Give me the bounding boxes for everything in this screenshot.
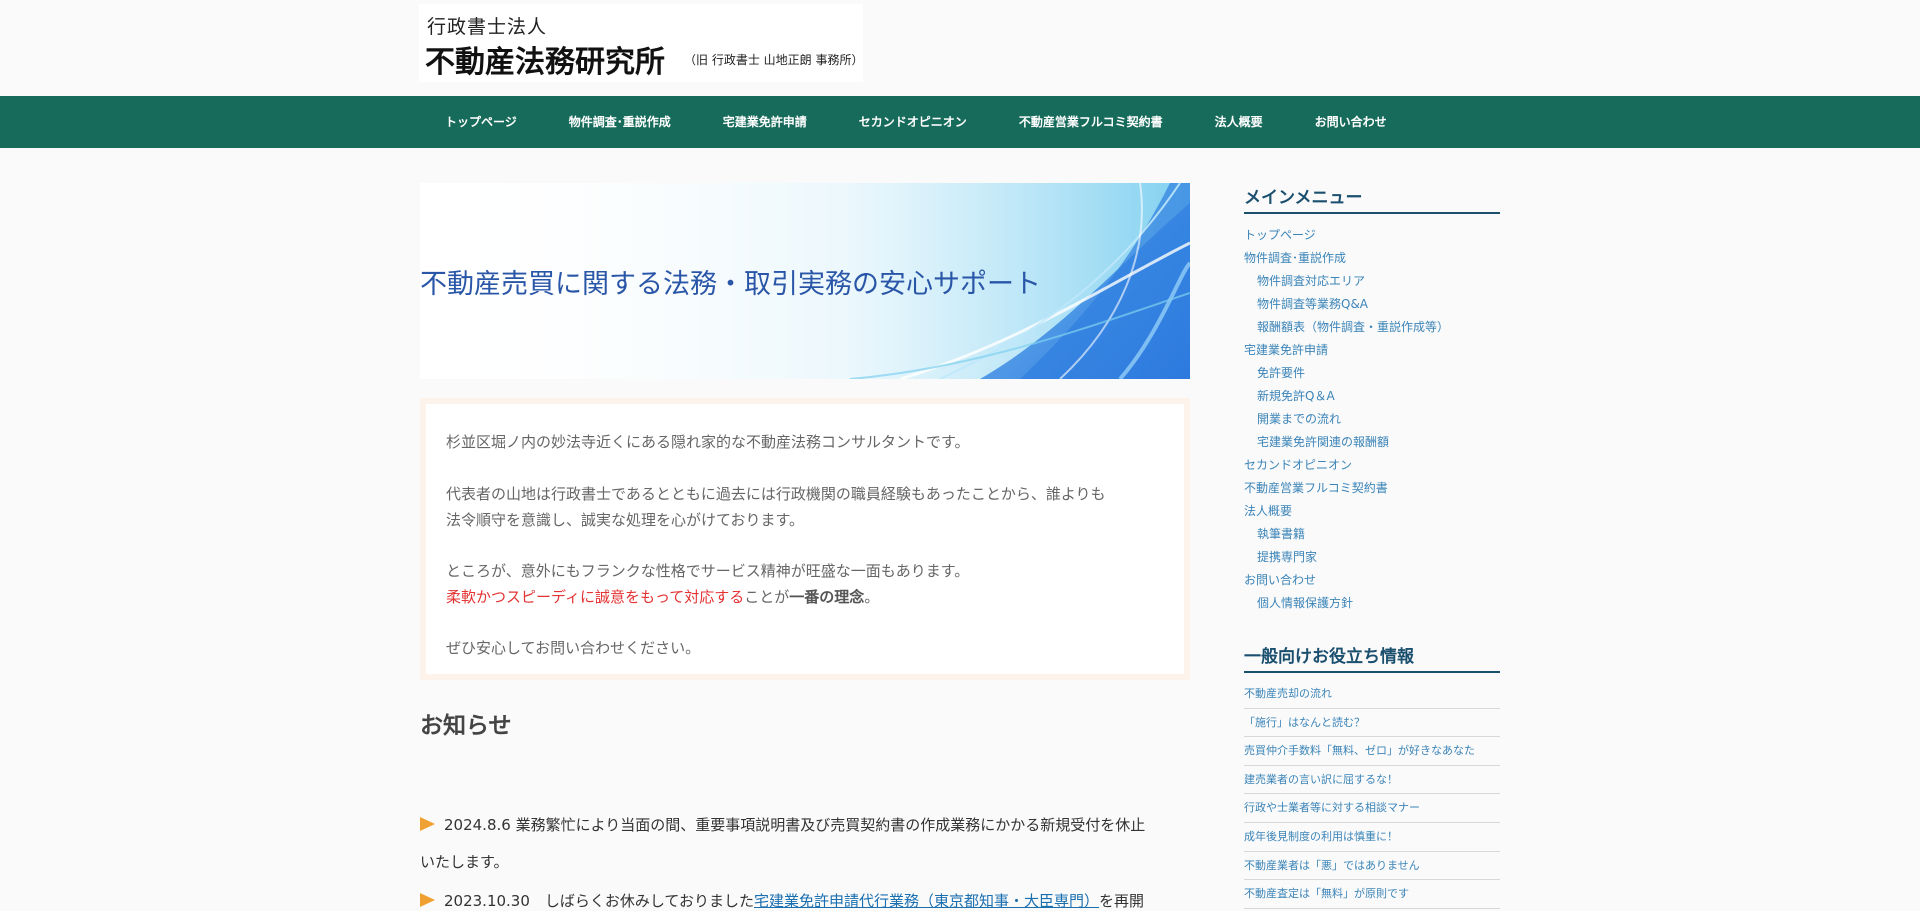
intro-text-3: ところが、意外にもフランクな性格でサービス精神が旺盛な一面もあります。 [446,562,970,580]
logo-line2: 不動産法務研究所 [425,45,665,80]
info-list-item[interactable]: 売買仲介手数料「無料、ゼロ」が好きなあなた [1244,737,1500,766]
sidebar-item[interactable]: 物件調査･重説作成 [1244,247,1449,270]
sidebar-info-list: 不動産売却の流れ 「施行」はなんと読む？ 売買仲介手数料「無料、ゼロ」が好きなあなた… [1244,680,1500,909]
news-item-1-text-cont: いたします。 [420,853,509,871]
sidebar-item[interactable]: 物件調査等業務Q&A [1244,293,1449,316]
hero-tagline: 不動産売買に関する法務・取引実務の安心サポート [420,269,1041,300]
news-item-2-text-post: を再開 [1099,892,1145,910]
sidebar-item[interactable]: 提携専門家 [1244,546,1449,569]
sidebar-item[interactable]: 報酬額表（物件調査・重説作成等） [1244,316,1449,339]
news-item-2-text: 2023.10.30 しばらくお休みしておりました [444,892,754,910]
sidebar-main-menu: トップページ 物件調査･重説作成 物件調査対応エリア 物件調査等業務Q&A 報酬額表（物… [1244,224,1449,615]
sidebar-item[interactable]: 不動産営業フルコミ契約書 [1244,477,1449,500]
intro-box: 杉並区堀ノ内の妙法寺近くにある隠れ家的な不動産法務コンサルタントです。 代表者の… [420,398,1190,680]
info-list-item[interactable]: 建売業者の言い訳に屈するな！ [1244,766,1500,795]
news-item-2: 2023.10.30 しばらくお休みしておりました宅建業免許申請代行業務（東京都… [420,883,1200,911]
nav-item-commission-contract[interactable]: 不動産営業フルコミ契約書 [993,96,1189,148]
nav-item-company[interactable]: 法人概要 [1189,96,1289,148]
sidebar-item[interactable]: 個人情報保護方針 [1244,592,1449,615]
arrow-right-icon [420,817,435,831]
sidebar-item[interactable]: 物件調査対応エリア [1244,270,1449,293]
nav-item-property-survey[interactable]: 物件調査･重説作成 [543,96,697,148]
nav-item-contact[interactable]: お問い合わせ [1289,96,1413,148]
logo-line3: （旧 行政書士 山地正朗 事務所） [684,53,864,67]
news-item-1-text: 2024.8.6 業務繁忙により当面の間、重要事項説明書及び売買契約書の作成業務… [444,816,1146,834]
sidebar-main-menu-title: メインメニュー [1244,183,1500,214]
arrow-right-icon [420,893,435,907]
nav-item-license[interactable]: 宅建業免許申請 [697,96,833,148]
intro-strong: 一番の理念 [789,588,865,606]
sidebar-info-title: 一般向けお役立ち情報 [1244,642,1500,673]
info-list-item[interactable]: 「施行」はなんと読む？ [1244,709,1500,738]
info-list-item[interactable]: 成年後見制度の利用は慎重に！ [1244,823,1500,852]
site-header: 行政書士法人 不動産法務研究所 （旧 行政書士 山地正朗 事務所） [0,0,1920,96]
news-item-1: 2024.8.6 業務繁忙により当面の間、重要事項説明書及び売買契約書の作成業務… [420,807,1200,881]
news-heading: お知らせ [420,713,512,739]
sidebar-item[interactable]: 宅建業免許関連の報酬額 [1244,431,1449,454]
sidebar-item[interactable]: トップページ [1244,224,1449,247]
sidebar-item[interactable]: 免許要件 [1244,362,1449,385]
intro-text-2b: 法令順守を意識し、誠実な処理を心がけております。 [446,511,805,529]
intro-highlight: 柔軟かつスピーディに誠意をもって対応する [446,588,745,606]
intro-text-4: 柔軟かつスピーディに誠意をもって対応することが一番の理念。 [446,584,879,610]
hero-banner: 不動産売買に関する法務・取引実務の安心サポート [420,183,1190,379]
info-list-item[interactable]: 不動産査定は「無料」が原則です [1244,880,1500,909]
sidebar-item[interactable]: セカンドオピニオン [1244,454,1449,477]
sidebar-item[interactable]: 開業までの流れ [1244,408,1449,431]
sidebar-item[interactable]: 新規免許Q＆A [1244,385,1449,408]
sidebar-item[interactable]: 宅建業免許申請 [1244,339,1449,362]
intro-text-4-mid: ことが [744,588,790,606]
logo-line1: 行政書士法人 [427,16,548,38]
intro-text-4-end: 。 [864,588,880,606]
sidebar-item[interactable]: 法人概要 [1244,500,1449,523]
site-logo[interactable]: 行政書士法人 不動産法務研究所 （旧 行政書士 山地正朗 事務所） [419,4,863,82]
sidebar-item[interactable]: 執筆書籍 [1244,523,1449,546]
info-list-item[interactable]: 不動産売却の流れ [1244,680,1500,709]
nav-item-second-opinion[interactable]: セカンドオピニオン [833,96,993,148]
intro-text-1: 杉並区堀ノ内の妙法寺近くにある隠れ家的な不動産法務コンサルタントです。 [446,433,970,451]
info-list-item[interactable]: 行政や士業者等に対する相談マナー [1244,794,1500,823]
news-item-2-link[interactable]: 宅建業免許申請代行業務（東京都知事・大臣専門） [754,892,1099,910]
nav-item-top[interactable]: トップページ [419,96,543,148]
intro-text-2a: 代表者の山地は行政書士であるとともに過去には行政機関の職員経験もあったことから、… [446,485,1106,503]
global-nav: トップページ 物件調査･重説作成 宅建業免許申請 セカンドオピニオン 不動産営業… [0,96,1920,148]
intro-text-5: ぜひ安心してお問い合わせください。 [446,639,701,657]
sidebar-item[interactable]: お問い合わせ [1244,569,1449,592]
info-list-item[interactable]: 不動産業者は「悪」ではありません [1244,852,1500,881]
